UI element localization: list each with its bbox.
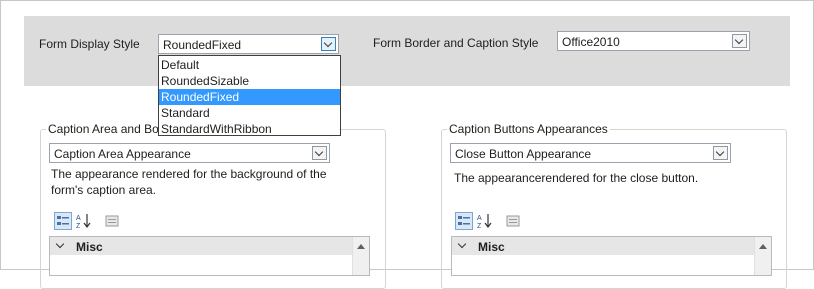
category-label: Misc [76,240,103,254]
form-display-style-label: Form Display Style [39,37,140,51]
form-display-style-combo[interactable]: RoundedFixed [158,34,339,54]
sort-alphabetical-button[interactable]: A Z [75,212,93,230]
caption-buttons-property-grid[interactable]: Misc [451,236,772,276]
scroll-up-arrow-icon[interactable] [357,244,365,249]
caption-area-description: The appearance rendered for the backgrou… [51,166,327,198]
sort-az-icon: A Z [477,214,492,230]
vertical-scrollbar[interactable] [352,237,369,275]
chevron-down-icon [314,147,324,157]
dropdown-option[interactable]: Standard [159,105,340,121]
dropdown-option-selected[interactable]: RoundedFixed [159,89,340,105]
caption-area-property-grid[interactable]: Misc [49,236,370,276]
sort-alphabetical-button[interactable]: A Z [476,212,494,230]
categorized-view-button[interactable] [54,212,72,230]
dropdown-button[interactable] [312,146,327,160]
description-line: form's caption area. [51,183,157,197]
form-display-style-value: RoundedFixed [163,38,242,52]
dropdown-option[interactable]: RoundedSizable [159,73,340,89]
category-label: Misc [478,240,505,254]
dropdown-button[interactable] [321,37,336,51]
form-border-caption-style-label: Form Border and Caption Style [373,36,539,50]
svg-text:Z: Z [76,223,81,230]
categorized-view-button[interactable] [455,212,473,230]
display-style-dropdown-list: Default RoundedSizable RoundedFixed Stan… [158,55,341,136]
category-row[interactable]: Misc [452,237,771,255]
svg-text:Z: Z [477,223,482,230]
property-pages-button[interactable] [504,212,522,230]
collapse-chevron-icon[interactable] [457,239,467,249]
svg-text:A: A [477,215,482,222]
dropdown-option[interactable]: StandardWithRibbon [159,121,340,137]
description-line: The appearance rendered for the backgrou… [51,167,327,181]
chevron-down-icon [734,35,744,45]
form-border-caption-style-value: Office2010 [562,35,620,49]
property-pages-icon [506,215,520,227]
dropdown-option[interactable]: Default [159,57,340,73]
categorized-icon [57,216,69,225]
svg-text:A: A [76,215,81,222]
categorized-icon [458,216,470,225]
settings-toolbar [24,16,790,86]
caption-buttons-group-legend: Caption Buttons Appearances [447,122,610,136]
vertical-scrollbar[interactable] [754,237,771,275]
close-button-appearance-combo[interactable]: Close Button Appearance [450,143,731,163]
caption-area-group-legend: Caption Area and Bo [46,122,161,136]
dropdown-button[interactable] [732,34,747,48]
caption-area-appearance-combo[interactable]: Caption Area Appearance [49,143,330,163]
property-pages-icon [105,215,119,227]
close-button-appearance-value: Close Button Appearance [455,147,592,161]
property-pages-button[interactable] [103,212,121,230]
category-row[interactable]: Misc [50,237,369,255]
collapse-chevron-icon[interactable] [55,239,65,249]
caption-area-appearance-value: Caption Area Appearance [54,147,191,161]
scroll-up-arrow-icon[interactable] [759,244,767,249]
dropdown-button[interactable] [713,146,728,160]
sort-az-icon: A Z [76,214,91,230]
form-border-caption-style-combo[interactable]: Office2010 [557,31,750,51]
chevron-down-icon [715,147,725,157]
caption-buttons-description: The appearancerendered for the close but… [454,171,699,185]
chevron-down-icon [323,38,333,48]
